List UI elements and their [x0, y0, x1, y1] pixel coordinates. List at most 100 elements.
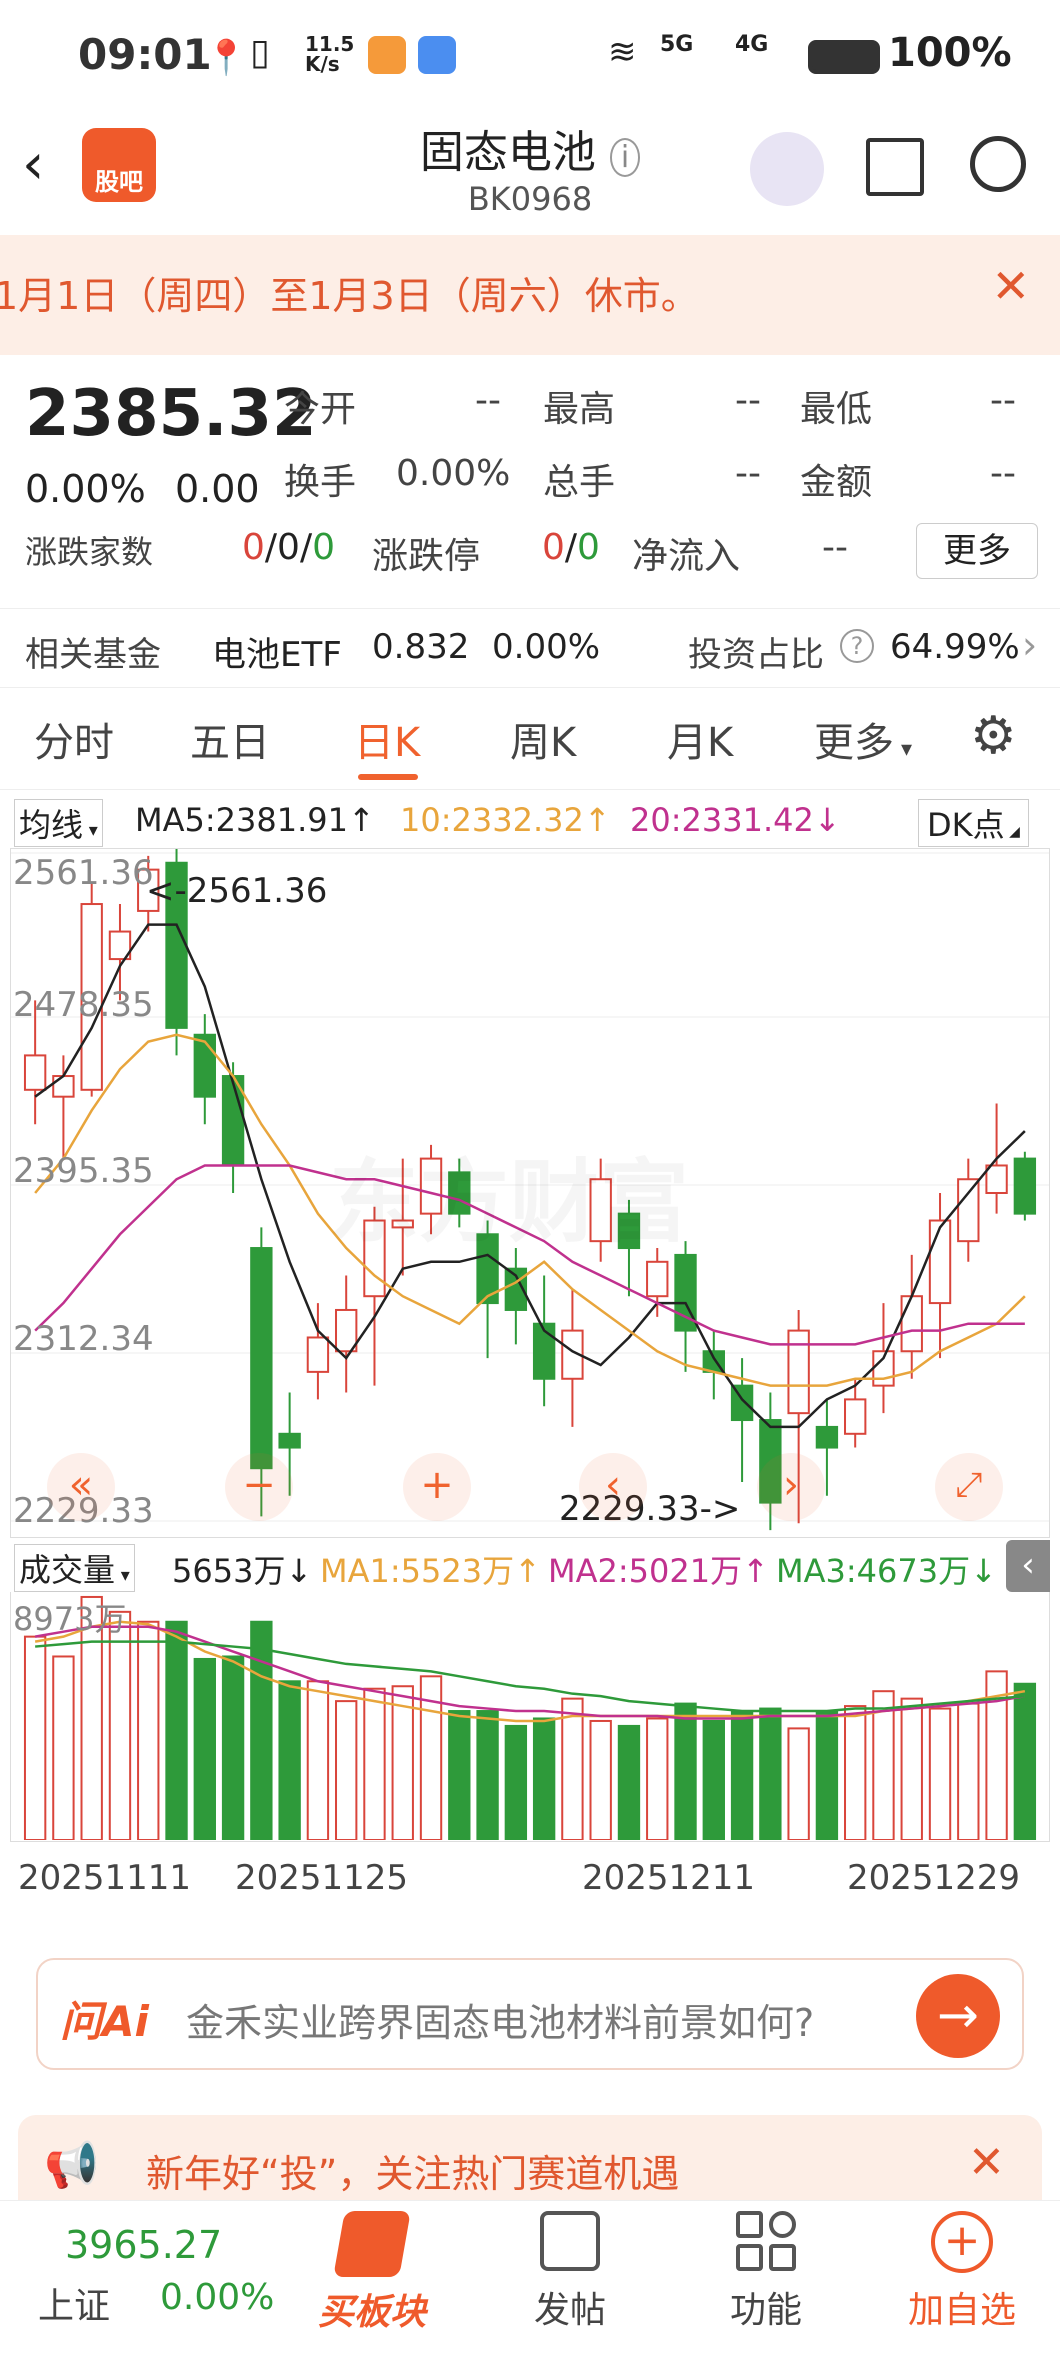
zoom-out-icon[interactable]: − — [225, 1453, 293, 1521]
turnover-value: 0.00% — [396, 453, 511, 494]
kline-chart[interactable]: 东方财富 2561.36 2478.35 2395.35 2312.34 222… — [10, 848, 1050, 1538]
fullscreen-icon[interactable]: ⤢ — [935, 1453, 1003, 1521]
help-icon[interactable]: ? — [840, 629, 874, 663]
limit-values: 0/0 — [542, 527, 600, 568]
ai-question-bar[interactable]: 问Ai 金禾实业跨界固态电池材料前景如何? → — [36, 1958, 1024, 2070]
limit-down: 0 — [577, 527, 600, 568]
post-button[interactable]: 发帖 — [500, 2211, 640, 2333]
volume-bar — [730, 1710, 754, 1842]
ma-selector-label: 均线 — [19, 806, 84, 844]
active-tab-indicator — [358, 774, 418, 780]
fund-label: 相关基金 — [25, 635, 161, 675]
message-notify-icon — [418, 36, 456, 74]
ai-brand: 问Ai — [60, 1997, 149, 2046]
function-button[interactable]: 功能 — [696, 2211, 836, 2333]
chevron-right-icon: › — [1022, 623, 1038, 667]
index-name[interactable]: 上证 — [38, 2277, 110, 2329]
scroll-left-icon[interactable]: ‹ — [579, 1453, 647, 1521]
index-pct[interactable]: 0.00% — [160, 2277, 274, 2318]
battery-percent: 100% — [888, 30, 1012, 76]
tab-more[interactable]: 更多 ▾ — [814, 710, 912, 768]
candle-body — [787, 1329, 810, 1415]
robot-avatar-icon[interactable] — [750, 132, 824, 206]
volume-svg — [23, 1595, 1037, 1842]
candle-body — [306, 1336, 330, 1373]
tab-intraday[interactable]: 分时 — [34, 710, 114, 768]
buy-sector-button[interactable]: 买板块 — [302, 2211, 442, 2335]
related-fund-row[interactable]: 相关基金 电池ETF 0.832 0.00% 投资占比 ? 64.99% › — [0, 608, 1060, 688]
volume-bar — [363, 1687, 386, 1841]
more-button[interactable]: 更多 — [916, 523, 1038, 579]
tab-weekly-k[interactable]: 周K — [510, 710, 576, 768]
close-icon[interactable]: ✕ — [991, 259, 1030, 313]
y-label-3: 2312.34 — [13, 1319, 154, 1359]
plus-circle-icon: + — [931, 2211, 993, 2273]
volume-bar — [928, 1707, 952, 1841]
ma20-value: 20:2331.42↓ — [630, 801, 841, 839]
candle-body — [250, 1247, 273, 1470]
count-up: 0 — [242, 527, 265, 568]
date-axis: 20251111 20251125 20251211 20251229 — [0, 1858, 1060, 1902]
volume-selector-label: 成交量 — [19, 1551, 116, 1589]
limit-label: 涨跌停 — [372, 536, 481, 577]
ma-legend: 均线 ▾ MA5:2381.91↑ 10:2332.32↑ 20:2331.42… — [0, 795, 1060, 847]
ratio-label: 投资占比 — [688, 635, 824, 675]
chart-watermark: 东方财富 — [329, 1129, 689, 1259]
count-down: 0 — [312, 527, 335, 568]
volume-bar — [1013, 1682, 1037, 1842]
volume-ymax: 8973万 — [13, 1600, 127, 1638]
candle-body — [335, 1308, 358, 1353]
volume-bar — [900, 1697, 923, 1841]
high-value: -- — [735, 380, 761, 421]
volume-legend: 成交量 ▾ 5653万↓ MA1:5523万↑ MA2:5021万↑ MA3:4… — [0, 1540, 1060, 1592]
candle-body — [815, 1425, 839, 1449]
tab-daily-k[interactable]: 日K — [354, 710, 420, 768]
zoom-in-icon[interactable]: + — [403, 1453, 471, 1521]
volume-bar — [165, 1620, 188, 1842]
limit-sep: / — [564, 527, 578, 568]
tab-monthly-k[interactable]: 月K — [667, 710, 733, 768]
send-arrow-icon[interactable]: → — [916, 1974, 1000, 2058]
amount-label: 金额 — [800, 462, 873, 503]
volume-ma2: MA2:5021万↑ — [548, 1552, 769, 1590]
add-watchlist-button[interactable]: + 加自选 — [892, 2211, 1032, 2333]
app-notify-icon — [368, 36, 406, 74]
dk-point-button[interactable]: DK点 ◢ — [918, 799, 1029, 847]
turnover-label: 换手 — [284, 462, 357, 503]
search-icon[interactable] — [970, 136, 1026, 192]
share-icon[interactable] — [866, 138, 924, 196]
grid-icon — [736, 2211, 796, 2271]
collapse-panel-icon[interactable]: ‹ — [1006, 1540, 1050, 1592]
y-label-2: 2395.35 — [13, 1151, 154, 1191]
tab-five-day[interactable]: 五日 — [190, 710, 270, 768]
bottom-bar: 3965.27 上证 0.00% 买板块 发帖 功能 + 加自选 — [0, 2200, 1060, 2376]
candle-body — [1013, 1157, 1037, 1215]
status-time: 09:01 — [78, 30, 212, 79]
volume-selector[interactable]: 成交量 ▾ — [14, 1544, 135, 1592]
promo-close-icon[interactable]: ✕ — [968, 2137, 1005, 2188]
dk-point-label: DK点 — [927, 806, 1005, 844]
open-value: -- — [475, 380, 501, 421]
info-icon[interactable]: i — [609, 138, 641, 177]
index-value[interactable]: 3965.27 — [65, 2223, 222, 2267]
volume-bar — [815, 1710, 839, 1842]
volume-bar — [674, 1702, 697, 1841]
low-value: -- — [990, 380, 1016, 421]
vibrate-icon: ▯ — [250, 32, 270, 73]
y-label-0: 2561.36 — [13, 853, 154, 893]
net-speed: 11.5 K/s — [305, 32, 355, 76]
scroll-right-icon[interactable]: › — [757, 1453, 825, 1521]
volume-bars — [23, 1595, 1037, 1842]
volume-bar — [278, 1680, 301, 1841]
high-marker: <-2561.36 — [146, 871, 328, 911]
settings-icon[interactable]: ⚙ — [970, 706, 1017, 766]
ma-selector[interactable]: 均线 ▾ — [14, 799, 103, 847]
location-icon: 📍 — [205, 38, 248, 78]
volume-value: 5653万↓ — [172, 1552, 313, 1590]
volume-bar — [335, 1700, 358, 1842]
edit-icon — [540, 2211, 600, 2271]
market-closed-notice: 1月1日（周四）至1月3日（周六）休市。 ✕ — [0, 235, 1060, 355]
caret-corner-icon: ◢ — [1004, 824, 1020, 840]
ma10-value: 10:2332.32↑ — [400, 801, 611, 839]
zoom-out-start-icon[interactable]: « — [47, 1453, 115, 1521]
